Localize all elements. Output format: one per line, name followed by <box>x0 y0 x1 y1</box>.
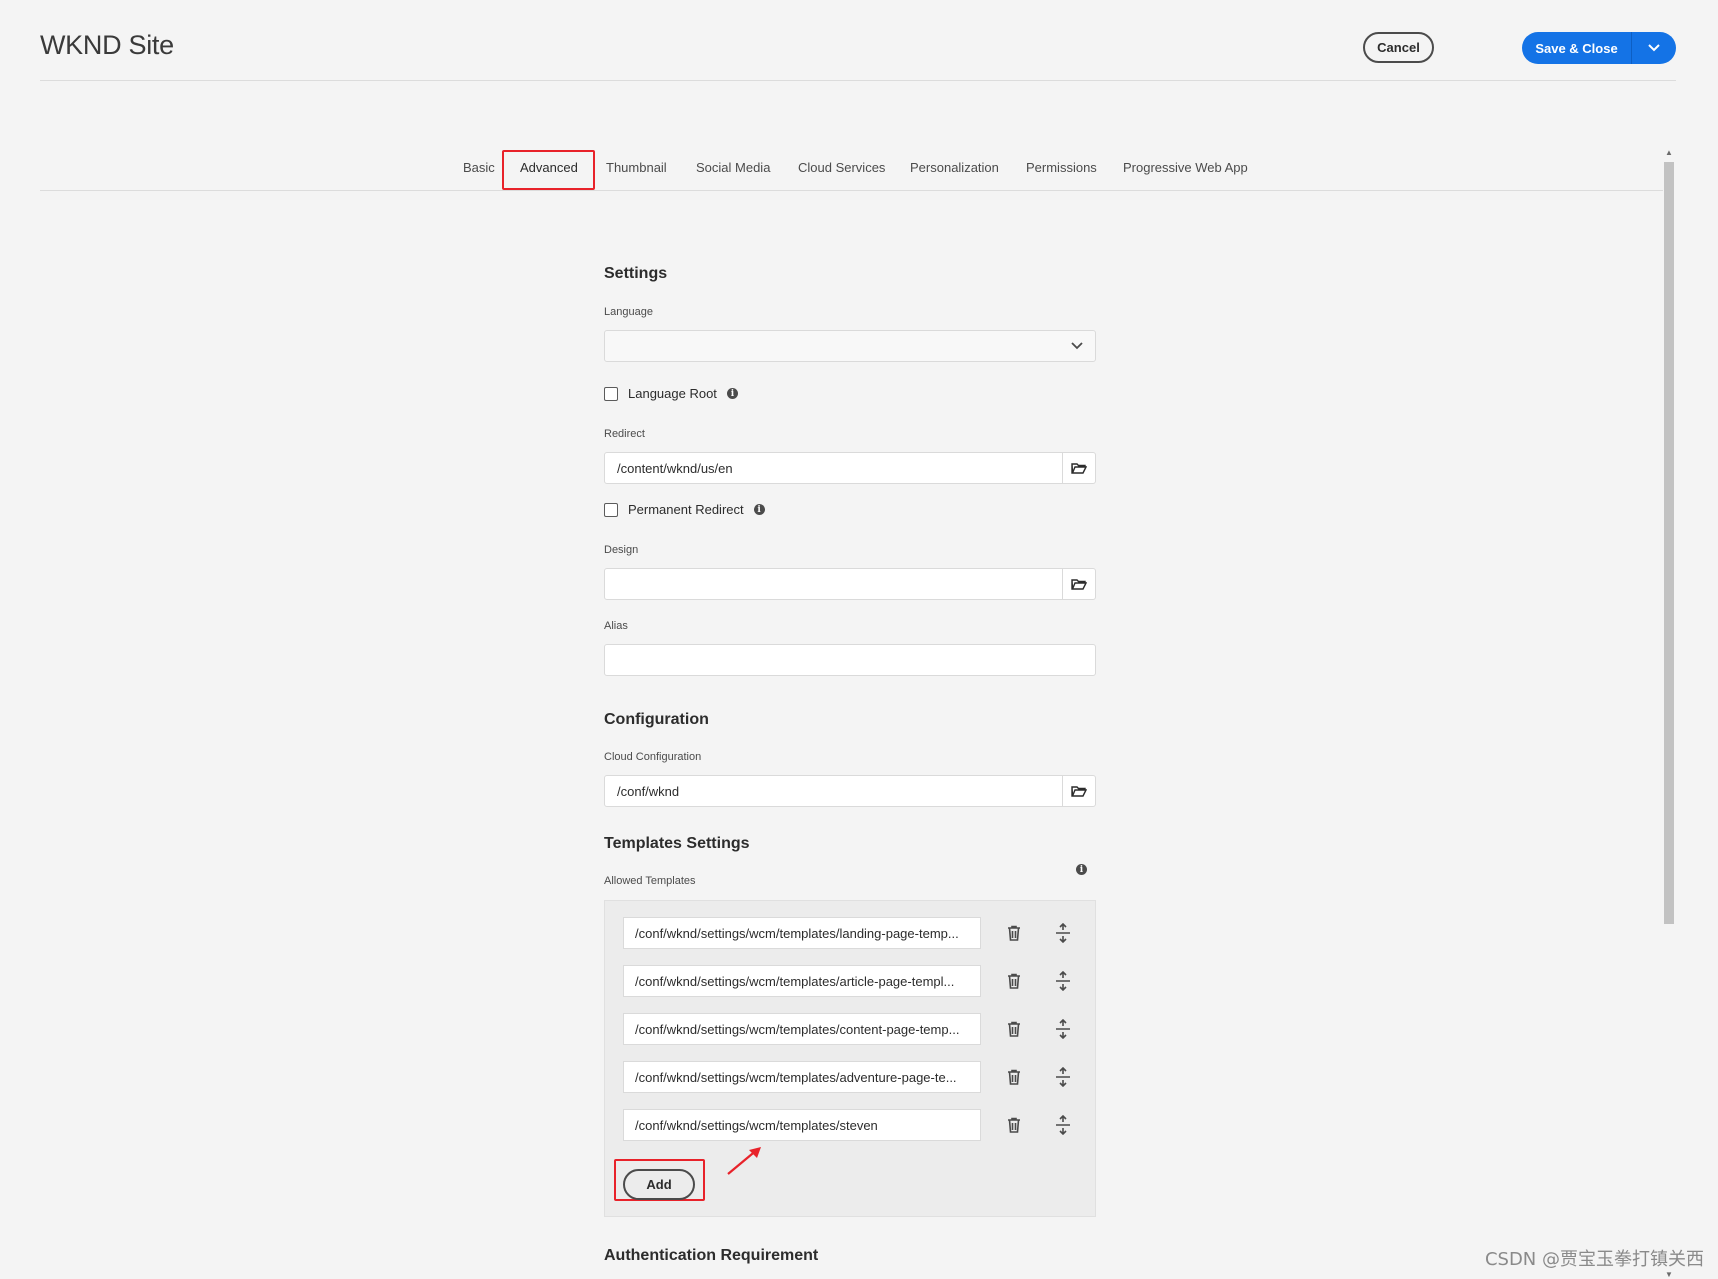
templates-settings-heading: Templates Settings <box>604 835 750 852</box>
language-root-row: Language Root i <box>604 386 738 401</box>
reorder-icon[interactable] <box>1053 1019 1073 1039</box>
design-field[interactable] <box>604 568 1096 600</box>
watermark: CSDN @贾宝玉拳打镇关西 <box>1484 1249 1704 1270</box>
permanent-redirect-checkbox[interactable] <box>604 502 618 517</box>
delete-icon[interactable] <box>1004 1019 1024 1039</box>
template-path-input[interactable]: /conf/wknd/settings/wcm/templates/steven <box>623 1109 981 1141</box>
tab-bar: Basic Advanced Thumbnail Social Media Cl… <box>0 150 1718 190</box>
list-item: /conf/wknd/settings/wcm/templates/advent… <box>623 1061 1070 1093</box>
tab-thumbnail[interactable]: Thumbnail <box>606 160 667 175</box>
delete-icon[interactable] <box>1004 923 1024 943</box>
template-path-input[interactable]: /conf/wknd/settings/wcm/templates/conten… <box>623 1013 981 1045</box>
delete-icon[interactable] <box>1004 1067 1024 1087</box>
scroll-down-icon[interactable]: ▼ <box>1665 1270 1673 1279</box>
tab-social-media[interactable]: Social Media <box>696 160 770 175</box>
folder-open-icon <box>1071 463 1087 474</box>
tab-progressive-web-app[interactable]: Progressive Web App <box>1123 160 1248 175</box>
permanent-redirect-row: Permanent Redirect i <box>604 502 765 517</box>
header: WKND Site Cancel Save & Close <box>40 0 1676 81</box>
reorder-icon[interactable] <box>1053 923 1073 943</box>
info-icon[interactable]: i <box>753 504 765 515</box>
info-icon[interactable]: i <box>1076 864 1087 875</box>
browse-redirect-button[interactable] <box>1062 453 1095 483</box>
annotation-arrow-icon <box>727 1147 761 1175</box>
annotation-highlight-tab <box>502 150 595 190</box>
configuration-heading: Configuration <box>604 711 709 728</box>
language-label: Language <box>604 306 653 318</box>
tab-basic[interactable]: Basic <box>463 160 495 175</box>
info-icon[interactable]: i <box>726 388 738 399</box>
cloud-configuration-value: /conf/wknd <box>617 783 680 799</box>
delete-icon[interactable] <box>1004 1115 1024 1135</box>
browse-cloud-configuration-button[interactable] <box>1062 776 1095 806</box>
list-item: /conf/wknd/settings/wcm/templates/landin… <box>623 917 1070 949</box>
allowed-templates-label: Allowed Templates <box>604 875 696 887</box>
allowed-templates-multifield: /conf/wknd/settings/wcm/templates/landin… <box>604 900 1096 1217</box>
reorder-icon[interactable] <box>1053 971 1073 991</box>
chevron-down-icon <box>1648 44 1660 52</box>
list-item: /conf/wknd/settings/wcm/templates/steven <box>623 1109 1070 1141</box>
design-label: Design <box>604 544 639 556</box>
language-select[interactable] <box>604 330 1096 362</box>
language-root-label: Language Root <box>628 386 717 401</box>
permanent-redirect-label: Permanent Redirect <box>628 502 744 517</box>
save-button-group: Save & Close <box>1522 32 1676 64</box>
scrollbar[interactable]: ▲ ▼ <box>1662 148 1676 1279</box>
folder-open-icon <box>1071 786 1087 797</box>
reorder-icon[interactable] <box>1053 1115 1073 1135</box>
tab-cloud-services[interactable]: Cloud Services <box>798 160 885 175</box>
browse-design-button[interactable] <box>1062 569 1095 599</box>
redirect-label: Redirect <box>604 428 645 440</box>
save-options-button[interactable] <box>1632 32 1676 64</box>
alias-label: Alias <box>604 620 628 632</box>
template-path-input[interactable]: /conf/wknd/settings/wcm/templates/advent… <box>623 1061 981 1093</box>
tabs-divider <box>40 190 1663 191</box>
list-item: /conf/wknd/settings/wcm/templates/conten… <box>623 1013 1070 1045</box>
delete-icon[interactable] <box>1004 971 1024 991</box>
folder-open-icon <box>1071 579 1087 590</box>
language-root-checkbox[interactable] <box>604 386 618 401</box>
cancel-button[interactable]: Cancel <box>1363 32 1434 63</box>
scroll-thumb[interactable] <box>1664 162 1674 924</box>
save-close-button[interactable]: Save & Close <box>1522 32 1632 64</box>
authentication-requirement-heading: Authentication Requirement <box>604 1247 819 1264</box>
chevron-down-icon <box>1071 342 1083 350</box>
alias-field[interactable] <box>604 644 1096 676</box>
list-item: /conf/wknd/settings/wcm/templates/articl… <box>623 965 1070 997</box>
tab-personalization[interactable]: Personalization <box>910 160 999 175</box>
redirect-field[interactable]: /content/wknd/us/en <box>604 452 1096 484</box>
settings-heading: Settings <box>604 265 668 282</box>
template-path-input[interactable]: /conf/wknd/settings/wcm/templates/articl… <box>623 965 981 997</box>
tab-permissions[interactable]: Permissions <box>1026 160 1097 175</box>
cloud-configuration-field[interactable]: /conf/wknd <box>604 775 1096 807</box>
add-template-button[interactable]: Add <box>623 1169 695 1200</box>
cloud-configuration-label: Cloud Configuration <box>604 751 702 763</box>
template-path-input[interactable]: /conf/wknd/settings/wcm/templates/landin… <box>623 917 981 949</box>
scroll-up-icon[interactable]: ▲ <box>1665 148 1673 157</box>
page-title: WKND Site <box>40 30 174 60</box>
reorder-icon[interactable] <box>1053 1067 1073 1087</box>
redirect-value: /content/wknd/us/en <box>617 460 733 476</box>
